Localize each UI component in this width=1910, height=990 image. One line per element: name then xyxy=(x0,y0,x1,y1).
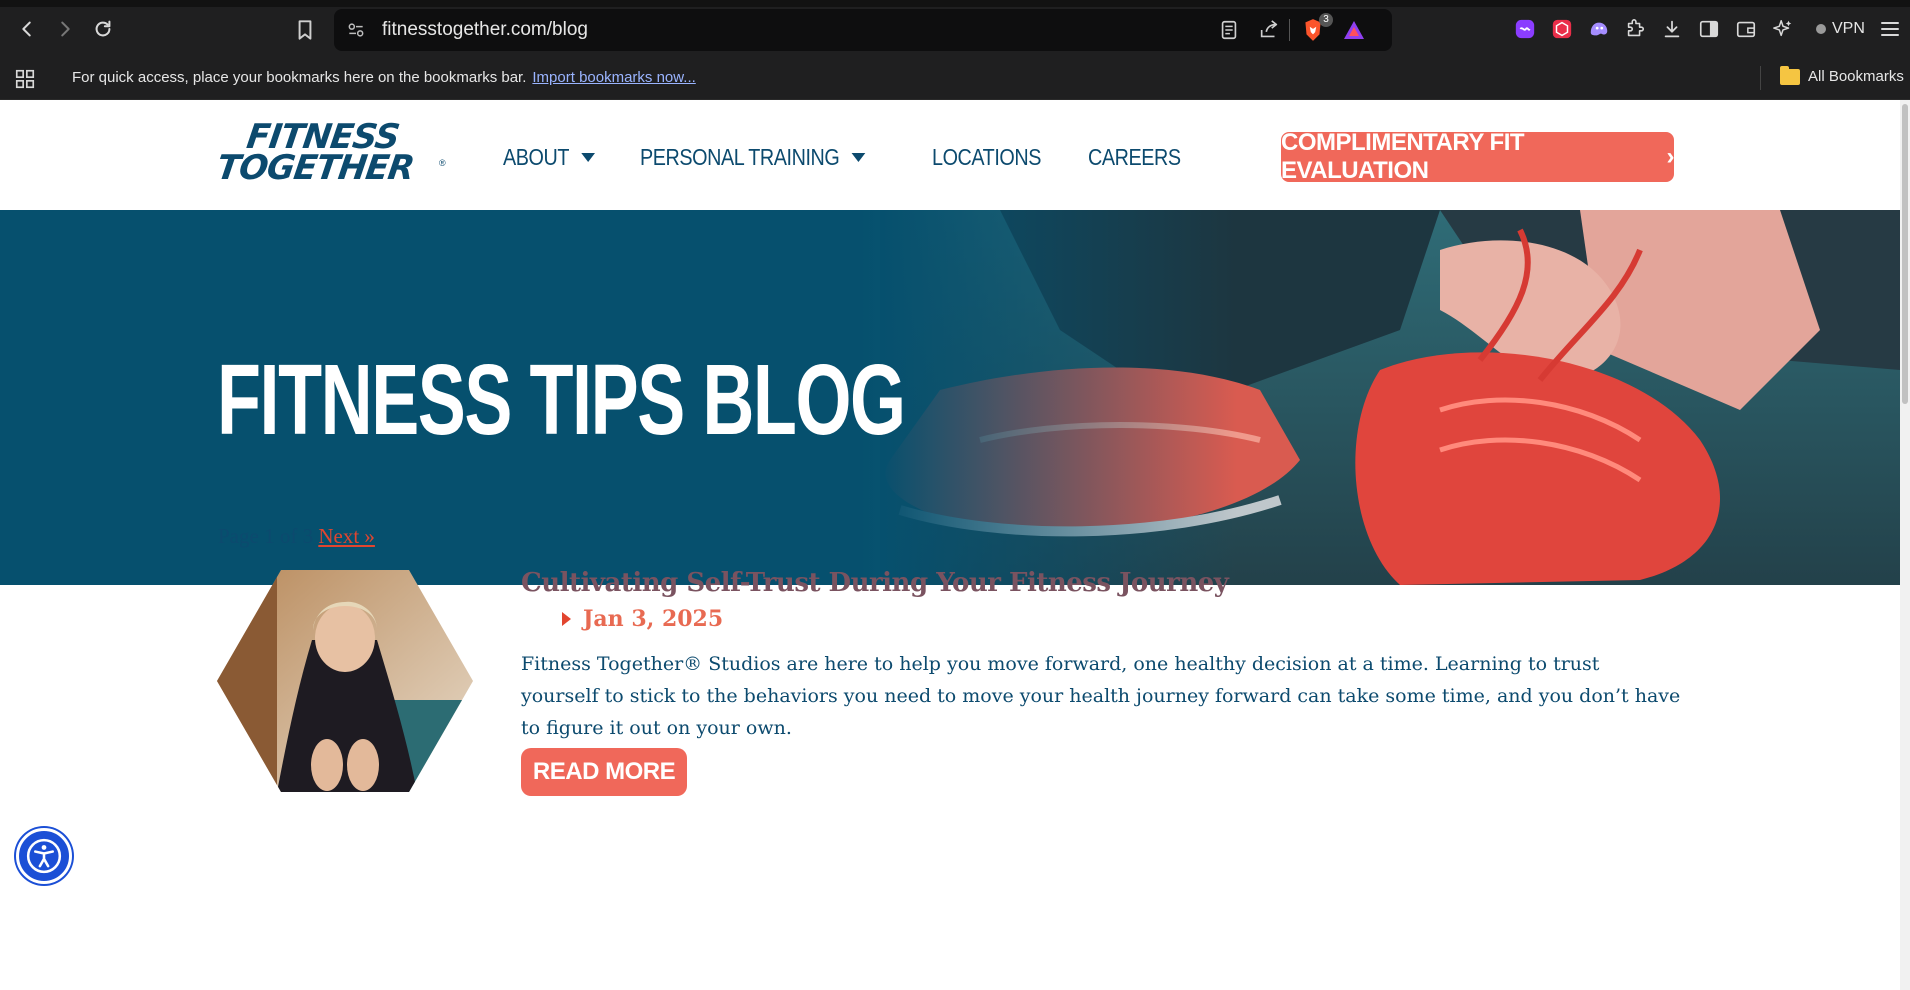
address-bar[interactable]: fitnesstogether.com/blog 3 xyxy=(334,9,1392,51)
logo-line-2: TOGETHER xyxy=(214,148,417,188)
nav-item-label: PERSONAL TRAINING xyxy=(639,144,840,170)
post-title-link[interactable]: Cultivating Self-Trust During Your Fitne… xyxy=(521,568,1229,598)
fitness-together-logo[interactable]: FITNESS TOGETHER ® xyxy=(214,117,447,190)
extensions-puzzle-icon[interactable] xyxy=(1622,16,1648,42)
bookmarks-bar: For quick access, place your bookmarks h… xyxy=(0,60,1910,100)
nav-item-about[interactable]: ABOUT xyxy=(503,144,595,171)
shields-count-badge: 3 xyxy=(1319,13,1333,27)
bookmarks-hint: For quick access, place your bookmarks h… xyxy=(72,69,696,86)
pagination: Page 1 of 3 Next » xyxy=(218,524,375,549)
vpn-button[interactable]: VPN xyxy=(1806,15,1875,43)
main-nav: ABOUT PERSONAL TRAINING LOCATIONS CAREER… xyxy=(503,144,1226,171)
post-date-text: Jan 3, 2025 xyxy=(583,606,724,632)
brave-rewards-icon[interactable] xyxy=(1342,18,1366,42)
nav-item-label: CAREERS xyxy=(1088,144,1181,170)
import-bookmarks-link[interactable]: Import bookmarks now... xyxy=(532,69,695,86)
vpn-label: VPN xyxy=(1832,20,1865,37)
tab-strip-edge xyxy=(0,0,1910,7)
logo-registered-mark: ® xyxy=(439,158,446,168)
nav-item-locations[interactable]: LOCATIONS xyxy=(932,144,1041,171)
share-icon[interactable] xyxy=(1258,19,1280,41)
wallet-icon[interactable] xyxy=(1733,16,1759,42)
leo-ai-icon[interactable] xyxy=(1770,16,1796,42)
urlbar-divider xyxy=(1289,19,1290,41)
web-page: FITNESS TOGETHER ® ABOUT PERSONAL TRAINI… xyxy=(0,100,1900,990)
reader-mode-icon[interactable] xyxy=(1218,19,1240,41)
site-info-icon[interactable] xyxy=(346,20,366,40)
post-date: Jan 3, 2025 xyxy=(562,606,723,632)
bookmarks-hint-text: For quick access, place your bookmarks h… xyxy=(72,69,527,86)
url-text[interactable]: fitnesstogether.com/blog xyxy=(382,19,588,41)
accessibility-widget-button[interactable] xyxy=(16,828,72,884)
bookmarks-divider xyxy=(1760,66,1761,90)
caret-down-icon xyxy=(581,153,595,162)
sidebar-toggle-icon[interactable] xyxy=(1696,16,1722,42)
all-bookmarks-label: All Bookmarks xyxy=(1808,68,1904,85)
chevron-right-icon: › xyxy=(1666,143,1675,170)
hamburger-menu-icon[interactable] xyxy=(1878,17,1902,41)
reload-icon xyxy=(95,20,111,37)
post-thumbnail-woman-stretching[interactable] xyxy=(217,570,473,792)
next-page-link[interactable]: Next » xyxy=(318,524,375,548)
post-excerpt: Fitness Together® Studios are here to he… xyxy=(521,653,1681,739)
all-bookmarks-button[interactable]: All Bookmarks xyxy=(1780,65,1904,85)
downloads-icon[interactable] xyxy=(1659,16,1685,42)
apps-grid-icon[interactable] xyxy=(14,68,36,90)
back-arrow-icon xyxy=(22,21,31,37)
fit-evaluation-button[interactable]: COMPLIMENTARY FIT EVALUATION › xyxy=(1281,129,1675,184)
vpn-status-dot xyxy=(1816,24,1826,34)
extension-ghost-icon[interactable] xyxy=(1586,16,1612,42)
accessibility-icon xyxy=(26,838,62,874)
page-title: FITNESS TIPS BLOG xyxy=(217,344,906,456)
folder-icon xyxy=(1780,65,1800,85)
browser-toolbar: fitnesstogether.com/blog 3 VPN xyxy=(0,0,1910,60)
fit-evaluation-label: COMPLIMENTARY FIT EVALUATION xyxy=(1281,129,1525,184)
bookmark-page-icon[interactable] xyxy=(292,17,318,43)
reload-button[interactable] xyxy=(88,14,118,44)
caret-down-icon xyxy=(851,153,865,162)
extension-red-cube-icon[interactable] xyxy=(1549,16,1575,42)
caret-right-icon xyxy=(562,612,571,626)
nav-item-label: LOCATIONS xyxy=(931,144,1041,170)
read-more-button[interactable]: READ MORE xyxy=(521,748,687,796)
forward-arrow-icon xyxy=(61,21,70,37)
page-scrollbar[interactable] xyxy=(1900,100,1910,990)
hero-photo-tying-red-sneakers xyxy=(880,210,1900,585)
forward-button[interactable] xyxy=(50,14,80,44)
nav-item-careers[interactable]: CAREERS xyxy=(1088,144,1181,171)
scrollbar-thumb[interactable] xyxy=(1902,104,1908,404)
site-header: FITNESS TOGETHER ® ABOUT PERSONAL TRAINI… xyxy=(0,100,1900,210)
extension-purple-icon[interactable] xyxy=(1512,16,1538,42)
back-button[interactable] xyxy=(12,14,42,44)
pagination-status: Page 1 of 3 xyxy=(218,524,314,548)
nav-item-label: ABOUT xyxy=(503,144,569,170)
nav-item-personal-training[interactable]: PERSONAL TRAINING xyxy=(640,144,865,171)
